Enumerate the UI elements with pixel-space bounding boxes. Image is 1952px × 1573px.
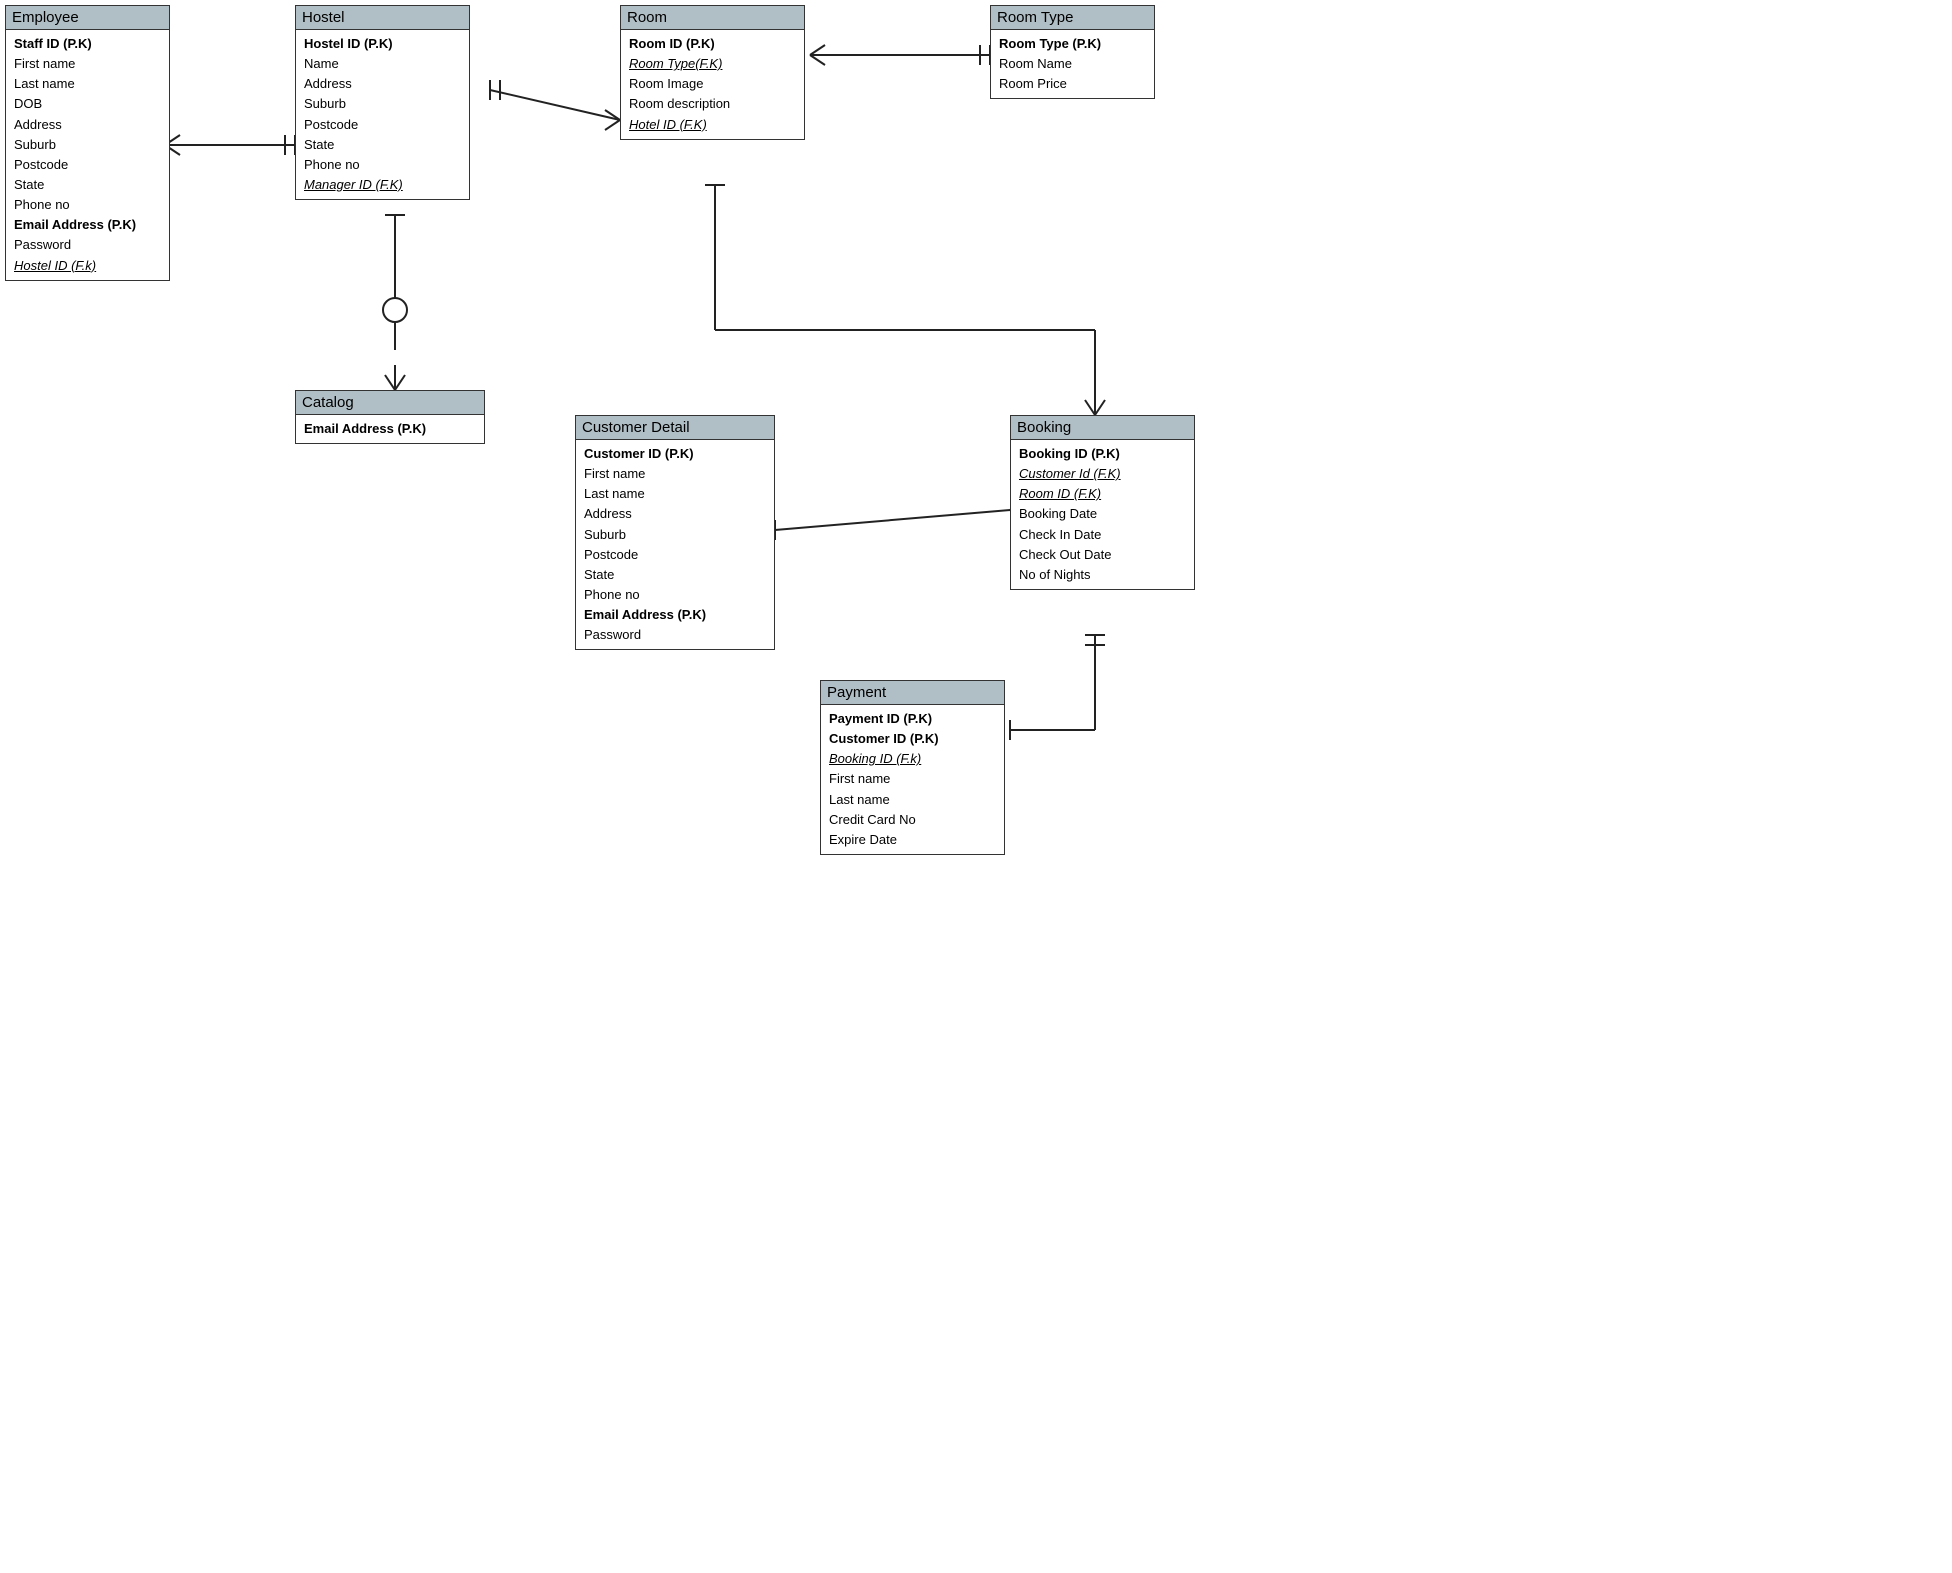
field-staff-id: Staff ID (P.K) — [14, 34, 161, 54]
field-booking-fk: Booking ID (F.k) — [829, 749, 996, 769]
field-nights: No of Nights — [1019, 565, 1186, 585]
field-checkout: Check Out Date — [1019, 545, 1186, 565]
field-last-name: Last name — [829, 790, 996, 810]
field-catalog-email: Email Address (P.K) — [304, 419, 476, 439]
entity-payment: Payment Payment ID (P.K) Customer ID (P.… — [820, 680, 1005, 855]
entity-payment-header: Payment — [821, 681, 1004, 705]
entity-room: Room Room ID (P.K) Room Type(F.K) Room I… — [620, 5, 805, 140]
field-state: State — [14, 175, 161, 195]
field-room-image: Room Image — [629, 74, 796, 94]
field-address: Address — [584, 504, 766, 524]
field-expire: Expire Date — [829, 830, 996, 850]
field-phone: Phone no — [14, 195, 161, 215]
entity-catalog-body: Email Address (P.K) — [296, 415, 484, 443]
entity-hostel-body: Hostel ID (P.K) Name Address Suburb Post… — [296, 30, 469, 199]
entity-roomtype-body: Room Type (P.K) Room Name Room Price — [991, 30, 1154, 98]
field-password: Password — [14, 235, 161, 255]
field-postcode: Postcode — [304, 115, 461, 135]
entity-employee-header: Employee — [6, 6, 169, 30]
field-address: Address — [14, 115, 161, 135]
field-suburb: Suburb — [304, 94, 461, 114]
field-dob: DOB — [14, 94, 161, 114]
field-room-price: Room Price — [999, 74, 1146, 94]
field-email: Email Address (P.K) — [14, 215, 161, 235]
entity-customerdetail: Customer Detail Customer ID (P.K) First … — [575, 415, 775, 650]
entity-catalog: Catalog Email Address (P.K) — [295, 390, 485, 444]
field-name: Name — [304, 54, 461, 74]
field-payment-id: Payment ID (P.K) — [829, 709, 996, 729]
field-room-name: Room Name — [999, 54, 1146, 74]
field-room-desc: Room description — [629, 94, 796, 114]
field-checkin: Check In Date — [1019, 525, 1186, 545]
entity-roomtype: Room Type Room Type (P.K) Room Name Room… — [990, 5, 1155, 99]
field-address: Address — [304, 74, 461, 94]
field-postcode: Postcode — [14, 155, 161, 175]
field-state: State — [304, 135, 461, 155]
field-roomtype-id: Room Type (P.K) — [999, 34, 1146, 54]
field-booking-id: Booking ID (P.K) — [1019, 444, 1186, 464]
entity-customerdetail-body: Customer ID (P.K) First name Last name A… — [576, 440, 774, 649]
field-manager-fk: Manager ID (F.K) — [304, 175, 461, 195]
entity-room-body: Room ID (P.K) Room Type(F.K) Room Image … — [621, 30, 804, 139]
entity-payment-body: Payment ID (P.K) Customer ID (P.K) Booki… — [821, 705, 1004, 854]
field-hostel-fk: Hostel ID (F.k) — [14, 256, 161, 276]
entity-catalog-header: Catalog — [296, 391, 484, 415]
field-cc-no: Credit Card No — [829, 810, 996, 830]
field-postcode: Postcode — [584, 545, 766, 565]
entity-room-header: Room — [621, 6, 804, 30]
entity-customerdetail-header: Customer Detail — [576, 416, 774, 440]
field-first-name: First name — [14, 54, 161, 74]
field-password: Password — [584, 625, 766, 645]
entity-booking-body: Booking ID (P.K) Customer Id (F.K) Room … — [1011, 440, 1194, 589]
field-last-name: Last name — [584, 484, 766, 504]
field-phone: Phone no — [304, 155, 461, 175]
field-suburb: Suburb — [14, 135, 161, 155]
field-first-name: First name — [829, 769, 996, 789]
field-customer-id-pk: Customer ID (P.K) — [829, 729, 996, 749]
field-hostel-id: Hostel ID (P.K) — [304, 34, 461, 54]
field-roomtype-fk: Room Type(F.K) — [629, 54, 796, 74]
entity-roomtype-header: Room Type — [991, 6, 1154, 30]
entity-hostel-header: Hostel — [296, 6, 469, 30]
field-last-name: Last name — [14, 74, 161, 94]
field-booking-date: Booking Date — [1019, 504, 1186, 524]
entity-employee-body: Staff ID (P.K) First name Last name DOB … — [6, 30, 169, 280]
field-roomid-fk: Room ID (F.K) — [1019, 484, 1186, 504]
field-phone: Phone no — [584, 585, 766, 605]
entity-employee: Employee Staff ID (P.K) First name Last … — [5, 5, 170, 281]
field-state: State — [584, 565, 766, 585]
entity-booking-header: Booking — [1011, 416, 1194, 440]
entity-booking: Booking Booking ID (P.K) Customer Id (F.… — [1010, 415, 1195, 590]
field-email-pk: Email Address (P.K) — [584, 605, 766, 625]
field-customer-id: Customer ID (P.K) — [584, 444, 766, 464]
field-suburb: Suburb — [584, 525, 766, 545]
field-first-name: First name — [584, 464, 766, 484]
field-room-id: Room ID (P.K) — [629, 34, 796, 54]
field-hotel-fk: Hotel ID (F.K) — [629, 115, 796, 135]
field-customerid-fk: Customer Id (F.K) — [1019, 464, 1186, 484]
entity-hostel: Hostel Hostel ID (P.K) Name Address Subu… — [295, 5, 470, 200]
